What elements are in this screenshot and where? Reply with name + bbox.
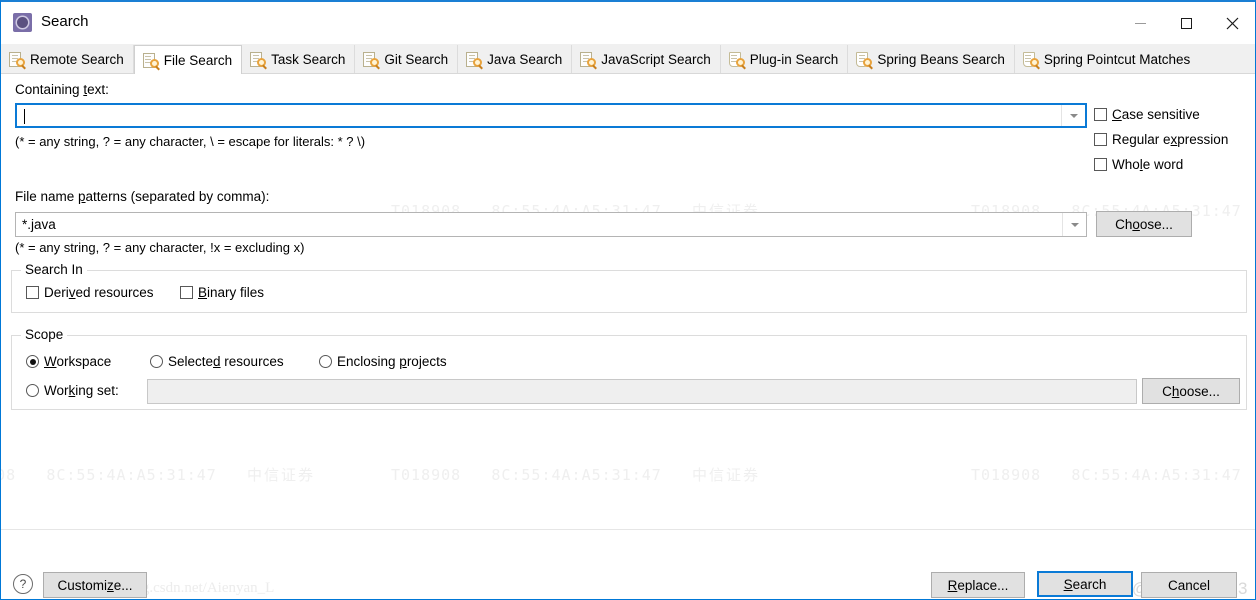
whole-word-checkbox[interactable]: Whole word xyxy=(1094,157,1183,172)
task-search-icon xyxy=(250,51,268,69)
containing-text-label-part: Containing xyxy=(15,82,84,97)
scope-selected-resources-radio[interactable]: Selected resources xyxy=(150,354,284,369)
derived-resources-label: Derived resources xyxy=(44,285,154,300)
scope-workspace-radio[interactable]: Workspace xyxy=(26,354,111,369)
checkbox-box xyxy=(1094,158,1107,171)
scope-selected-resources-label: Selected resources xyxy=(168,354,284,369)
remote-search-icon xyxy=(9,51,26,69)
tab-file-search[interactable]: File Search xyxy=(133,45,243,74)
scope-working-set-radio[interactable]: Working set: xyxy=(26,383,119,398)
replace-button[interactable]: Replace... xyxy=(931,572,1025,598)
scope-enclosing-projects-label: Enclosing projects xyxy=(337,354,447,369)
tab-label: File Search xyxy=(163,52,233,68)
scope-workspace-label: Workspace xyxy=(44,354,112,369)
tab-label: Task Search xyxy=(271,51,346,67)
regular-expression-label: Regular expression xyxy=(1112,132,1229,147)
title-bar: Search xyxy=(1,2,1255,44)
checkbox-box xyxy=(26,286,39,299)
file-search-icon xyxy=(142,52,160,70)
search-in-legend: Search In xyxy=(21,262,87,277)
scope-enclosing-projects-radio[interactable]: Enclosing projects xyxy=(319,354,447,369)
tab-javascript-search[interactable]: JavaScript Search xyxy=(572,45,721,73)
search-dialog-window: T018908 8C:55:4A:A5:31:47 中信证券 T018908 8… xyxy=(0,0,1256,600)
radio-box xyxy=(319,355,332,368)
minimize-button[interactable] xyxy=(1117,2,1163,44)
file-patterns-dropdown-arrow[interactable] xyxy=(1062,213,1086,236)
checkbox-box xyxy=(1094,133,1107,146)
scope-group: Scope Workspace Selected resources Enclo… xyxy=(11,327,1247,410)
file-patterns-label: File name patterns (separated by comma): xyxy=(15,189,270,204)
tab-spring-beans-search[interactable]: Spring Beans Search xyxy=(848,45,1015,73)
maximize-icon xyxy=(1180,17,1192,29)
spring-pointcut-icon xyxy=(1022,51,1040,69)
checkbox-box xyxy=(1094,108,1107,121)
tab-label: Spring Pointcut Matches xyxy=(1043,51,1191,67)
close-icon xyxy=(1226,17,1238,29)
file-patterns-hint: (* = any string, ? = any character, !x =… xyxy=(15,240,305,255)
footer-divider xyxy=(1,529,1255,530)
containing-text-label: Containing text: xyxy=(15,82,109,97)
close-button[interactable] xyxy=(1209,2,1255,44)
tab-spring-pointcut-matches[interactable]: Spring Pointcut Matches xyxy=(1014,45,1200,73)
git-search-icon xyxy=(363,51,381,69)
spring-beans-search-icon xyxy=(856,51,874,69)
file-patterns-input[interactable]: *.java xyxy=(15,212,1087,237)
radio-box xyxy=(150,355,163,368)
search-in-group: Search In Derived resources Binary files xyxy=(11,262,1247,313)
derived-resources-checkbox[interactable]: Derived resources xyxy=(26,285,154,300)
tab-java-search[interactable]: Java Search xyxy=(458,45,573,73)
plugin-search-icon xyxy=(728,51,746,69)
tab-label: Java Search xyxy=(487,51,563,67)
window-controls xyxy=(1117,2,1255,44)
case-sensitive-checkbox[interactable]: Case sensitive xyxy=(1094,107,1200,122)
customize-button[interactable]: Customi z e... xyxy=(43,572,147,598)
tab-task-search[interactable]: Task Search xyxy=(242,45,356,73)
minimize-icon xyxy=(1134,22,1146,24)
working-set-choose-button[interactable]: Ch oose... xyxy=(1142,378,1240,404)
javascript-search-icon xyxy=(580,51,598,69)
text-cursor xyxy=(24,109,25,124)
tab-label: Git Search xyxy=(384,51,449,67)
binary-files-checkbox[interactable]: Binary files xyxy=(180,285,264,300)
search-button[interactable]: Search xyxy=(1037,571,1133,597)
scope-legend: Scope xyxy=(21,327,68,342)
help-button[interactable]: ? xyxy=(13,574,33,594)
maximize-button[interactable] xyxy=(1163,2,1209,44)
tab-git-search[interactable]: Git Search xyxy=(355,45,459,73)
tab-plugin-search[interactable]: Plug-in Search xyxy=(720,45,849,73)
working-set-field[interactable] xyxy=(147,379,1137,404)
radio-box xyxy=(26,355,39,368)
tab-label: Plug-in Search xyxy=(749,51,839,67)
scope-working-set-label: Working set: xyxy=(44,383,119,398)
file-search-panel: Containing text: Case sensitive Regular … xyxy=(1,74,1255,599)
java-search-icon xyxy=(466,51,484,69)
containing-text-label-rest: ext: xyxy=(87,82,109,97)
containing-text-input[interactable] xyxy=(15,103,1087,128)
checkbox-box xyxy=(180,286,193,299)
window-title: Search xyxy=(41,13,89,30)
search-app-icon xyxy=(13,13,32,32)
help-icon: ? xyxy=(19,577,27,591)
working-set-value xyxy=(148,384,154,399)
whole-word-label: Whole word xyxy=(1112,157,1184,172)
file-patterns-choose-button[interactable]: Ch o ose... xyxy=(1096,211,1192,237)
containing-text-dropdown-arrow[interactable] xyxy=(1061,105,1085,126)
tab-remote-search[interactable]: Remote Search xyxy=(1,45,134,73)
tab-label: Spring Beans Search xyxy=(877,51,1005,67)
containing-text-hint: (* = any string, ? = any character, \ = … xyxy=(15,134,366,149)
regular-expression-checkbox[interactable]: Regular expression xyxy=(1094,132,1228,147)
cancel-button[interactable]: Cancel xyxy=(1141,572,1237,598)
tab-label: JavaScript Search xyxy=(601,51,711,67)
file-patterns-value: *.java xyxy=(22,217,56,232)
search-tab-strip: Remote Search File Search Task Search Gi… xyxy=(1,44,1255,74)
case-sensitive-label: Case sensitive xyxy=(1112,107,1200,122)
tab-label: Remote Search xyxy=(30,51,124,67)
binary-files-label: Binary files xyxy=(198,285,265,300)
radio-box xyxy=(26,384,39,397)
